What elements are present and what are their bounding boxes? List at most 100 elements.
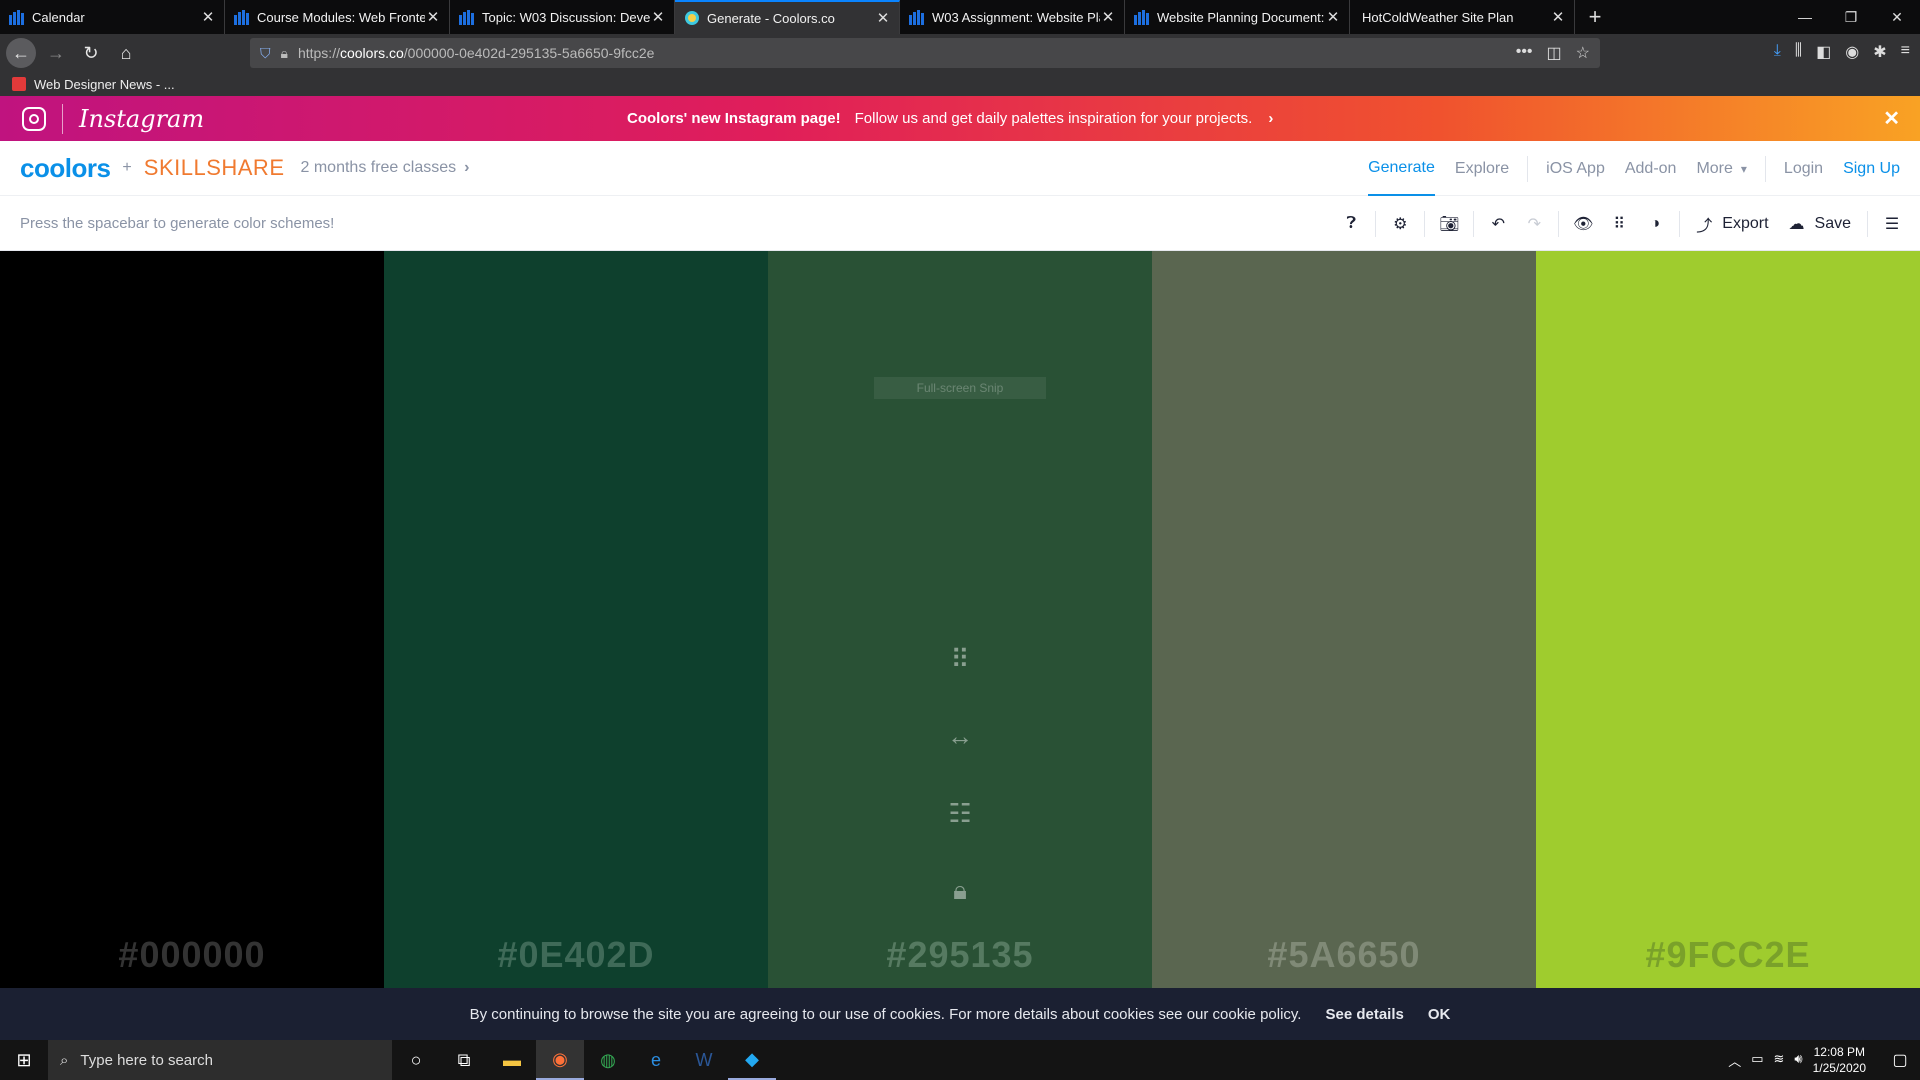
help-icon[interactable]: ❓︎ bbox=[1333, 215, 1369, 233]
camera-icon[interactable]: 📷︎ bbox=[1431, 214, 1467, 234]
cortana-icon[interactable]: ○ bbox=[392, 1040, 440, 1080]
forward-icon[interactable]: → bbox=[41, 38, 71, 68]
canvas-icon bbox=[1134, 10, 1149, 25]
back-icon[interactable]: ← bbox=[6, 38, 36, 68]
tab-coolors-generate[interactable]: Generate - Coolors.co ✕ bbox=[675, 0, 900, 34]
close-banner-icon[interactable]: ✕ bbox=[1883, 106, 1900, 131]
bookmark-star-icon[interactable]: ☆ bbox=[1576, 43, 1590, 63]
restore-icon[interactable]: ❐ bbox=[1828, 0, 1874, 34]
taskbar-search[interactable]: ⌕ Type here to search bbox=[48, 1040, 392, 1080]
system-tray: ︿ ▭ ≋ 🔊︎ 12:08 PM 1/25/2020 ▢ bbox=[1728, 1040, 1920, 1080]
windows-start-icon[interactable]: ⊞ bbox=[0, 1040, 48, 1080]
color-column-4[interactable]: #5A6650 bbox=[1152, 251, 1536, 988]
close-tab-icon[interactable]: ✕ bbox=[425, 8, 441, 26]
more-actions-icon[interactable]: ••• bbox=[1516, 43, 1533, 63]
sliders-icon[interactable]: ☷ bbox=[948, 775, 971, 852]
grid-icon[interactable]: ⠿ bbox=[1601, 214, 1637, 234]
nav-explore[interactable]: Explore bbox=[1455, 141, 1509, 196]
tab-calendar[interactable]: Calendar ✕ bbox=[0, 0, 225, 34]
chevron-up-icon[interactable]: ︿ bbox=[1728, 1051, 1741, 1070]
library-icon[interactable]: ⫼ bbox=[1795, 42, 1802, 62]
see-details-link[interactable]: See details bbox=[1325, 1006, 1403, 1023]
tab-w03-assignment[interactable]: W03 Assignment: Website Plan ✕ bbox=[900, 0, 1125, 34]
shield-icon[interactable]: ⛉ bbox=[260, 45, 271, 62]
color-column-2[interactable]: #0E402D bbox=[384, 251, 768, 988]
eye-icon[interactable]: 👁︎ bbox=[1565, 214, 1601, 234]
new-tab-button[interactable]: + bbox=[1575, 0, 1615, 34]
offer-text: 2 months free classes bbox=[300, 159, 457, 176]
battery-icon[interactable]: ▭ bbox=[1751, 1051, 1763, 1070]
clock[interactable]: 12:08 PM 1/25/2020 bbox=[1813, 1044, 1866, 1076]
clock-date: 1/25/2020 bbox=[1812, 1061, 1866, 1075]
save-button[interactable]: ☁ Save bbox=[1789, 214, 1851, 234]
color-column-3[interactable]: Full-screen Snip ⠿ ↔ ☷ 🔒︎ #295135 bbox=[768, 251, 1152, 988]
export-button[interactable]: ⤴ Export bbox=[1696, 212, 1768, 236]
task-view-icon[interactable]: ⧉ bbox=[440, 1040, 488, 1080]
word-icon[interactable]: W bbox=[680, 1040, 728, 1080]
clock-time: 12:08 PM bbox=[1813, 1045, 1865, 1059]
nav-add-on[interactable]: Add-on bbox=[1625, 141, 1677, 196]
notification-icon[interactable]: ▢ bbox=[1880, 1050, 1920, 1070]
ok-button[interactable]: OK bbox=[1428, 1006, 1451, 1023]
home-icon[interactable]: ⌂ bbox=[111, 38, 141, 68]
edge-icon[interactable]: e bbox=[632, 1040, 680, 1080]
address-bar[interactable]: ⛉ 🔒︎ https://coolors.co/000000-0e402d-29… bbox=[250, 38, 1600, 68]
hex-label[interactable]: #5A6650 bbox=[1152, 934, 1536, 976]
close-window-icon[interactable]: ✕ bbox=[1874, 0, 1920, 34]
file-explorer-icon[interactable]: ▬ bbox=[488, 1040, 536, 1080]
minimize-icon[interactable]: — bbox=[1782, 0, 1828, 34]
tab-course-modules[interactable]: Course Modules: Web Fronte… ✕ bbox=[225, 0, 450, 34]
menu-icon[interactable]: ≡ bbox=[1901, 42, 1910, 62]
vscode-icon[interactable]: ◆ bbox=[728, 1040, 776, 1080]
tab-w03-discussion[interactable]: Topic: W03 Discussion: Develop ✕ bbox=[450, 0, 675, 34]
close-tab-icon[interactable]: ✕ bbox=[1550, 8, 1566, 26]
share-icon: ⤴ bbox=[1696, 217, 1713, 235]
close-tab-icon[interactable]: ✕ bbox=[1100, 8, 1116, 26]
hex-label[interactable]: #295135 bbox=[768, 934, 1152, 976]
coolors-logo[interactable]: coolors bbox=[20, 153, 111, 184]
skillshare-offer-link[interactable]: 2 months free classes › bbox=[301, 159, 470, 177]
account-icon[interactable]: ◉ bbox=[1845, 42, 1859, 62]
tab-website-planning[interactable]: Website Planning Document: W ✕ bbox=[1125, 0, 1350, 34]
nav-sign-up[interactable]: Sign Up bbox=[1843, 141, 1900, 196]
close-tab-icon[interactable]: ✕ bbox=[1325, 8, 1341, 26]
tab-hotcoldweather[interactable]: HotColdWeather Site Plan ✕ bbox=[1350, 0, 1575, 34]
color-column-5[interactable]: #9FCC2E bbox=[1536, 251, 1920, 988]
redo-icon[interactable]: ↷ bbox=[1516, 214, 1552, 234]
lock-icon[interactable]: 🔒︎ bbox=[281, 45, 288, 62]
save-label: Save bbox=[1814, 214, 1851, 232]
download-icon[interactable]: ⤓ bbox=[1774, 42, 1781, 62]
skillshare-logo[interactable]: SKILLSHARE bbox=[144, 155, 285, 181]
nav-login[interactable]: Login bbox=[1784, 141, 1823, 196]
reload-icon[interactable]: ↻ bbox=[76, 38, 106, 68]
close-tab-icon[interactable]: ✕ bbox=[200, 8, 216, 26]
firefox-icon[interactable]: ◉ bbox=[536, 1040, 584, 1080]
close-tab-icon[interactable]: ✕ bbox=[650, 8, 666, 26]
bookmark-item[interactable]: Web Designer News - ... bbox=[34, 77, 175, 92]
cloud-upload-icon: ☁ bbox=[1788, 215, 1805, 233]
adjust-icon[interactable]: ◑ bbox=[1637, 215, 1673, 233]
color-column-1[interactable]: #000000 bbox=[0, 251, 384, 988]
sidebar-icon[interactable]: ◧ bbox=[1816, 42, 1831, 62]
nav-ios-app[interactable]: iOS App bbox=[1546, 141, 1605, 196]
nav-more[interactable]: More ▾ bbox=[1696, 141, 1746, 196]
chrome-icon[interactable]: ◍ bbox=[584, 1040, 632, 1080]
settings-icon[interactable]: ⚙ bbox=[1382, 214, 1418, 234]
hex-label[interactable]: #000000 bbox=[0, 934, 384, 976]
hamburger-menu-icon[interactable]: ☰ bbox=[1874, 214, 1910, 234]
nav-generate[interactable]: Generate bbox=[1368, 141, 1435, 196]
volume-icon[interactable]: 🔊︎ bbox=[1794, 1051, 1802, 1070]
lock-icon[interactable]: 🔒︎ bbox=[953, 852, 967, 929]
hex-label[interactable]: #0E402D bbox=[384, 934, 768, 976]
wifi-icon[interactable]: ≋ bbox=[1774, 1051, 1785, 1070]
close-tab-icon[interactable]: ✕ bbox=[875, 9, 891, 27]
drag-horizontal-icon[interactable]: ↔ bbox=[947, 698, 973, 775]
pocket-icon[interactable]: ◫ bbox=[1547, 43, 1562, 63]
shades-grid-icon[interactable]: ⠿ bbox=[950, 621, 969, 698]
undo-icon[interactable]: ↶ bbox=[1480, 214, 1516, 234]
window-controls: — ❐ ✕ bbox=[1782, 0, 1920, 34]
tab-label: Course Modules: Web Fronte… bbox=[257, 9, 425, 25]
hex-label[interactable]: #9FCC2E bbox=[1536, 934, 1920, 976]
promo-message[interactable]: Coolors' new Instagram page! Follow us an… bbox=[627, 110, 1273, 127]
extension-icon[interactable]: ✱ bbox=[1873, 42, 1886, 62]
